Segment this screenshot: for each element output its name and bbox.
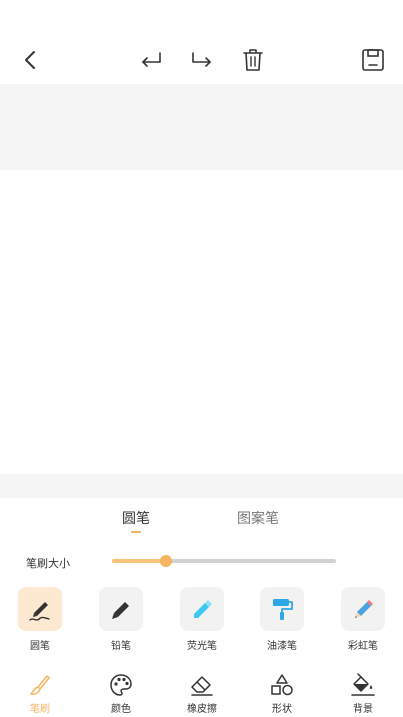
nav-label: 橡皮擦: [187, 704, 217, 715]
shapes-icon: [271, 674, 293, 696]
nav-shapes[interactable]: 形状: [257, 672, 307, 715]
brush-size-label: 笔刷大小: [26, 557, 70, 570]
chevron-left-icon: [25, 51, 35, 69]
pen-label: 圆笔: [30, 641, 50, 652]
tab-round-pen[interactable]: 圆笔: [122, 508, 150, 528]
brush-icon: [30, 675, 50, 695]
pen-label: 油漆笔: [267, 641, 297, 652]
round-pen-icon: [29, 602, 50, 621]
nav-color[interactable]: 颜色: [96, 672, 146, 715]
pen-label: 荧光笔: [187, 641, 217, 652]
delete-button[interactable]: [238, 45, 268, 75]
canvas-margin-bottom: [0, 474, 403, 498]
nav-label: 形状: [272, 704, 292, 715]
pen-option-pencil[interactable]: 铅笔: [96, 587, 146, 652]
canvas-margin-top: [0, 84, 403, 170]
top-toolbar: [0, 0, 403, 84]
back-button[interactable]: [16, 45, 46, 75]
nav-label: 背景: [353, 704, 373, 715]
pen-tile: [260, 587, 304, 631]
pen-tile: [180, 587, 224, 631]
pen-tile: [341, 587, 385, 631]
nav-label: 颜色: [111, 704, 131, 715]
pen-tile: [99, 587, 143, 631]
palette-icon: [110, 674, 132, 696]
drawing-canvas[interactable]: [0, 170, 403, 474]
nav-brush[interactable]: 笔刷: [15, 672, 65, 715]
rainbow-pencil-icon: [355, 600, 373, 618]
pen-tile: [18, 587, 62, 631]
save-icon: [362, 49, 384, 71]
slider-fill: [112, 559, 166, 563]
nav-background[interactable]: 背景: [338, 672, 388, 715]
nav-label: 笔刷: [30, 704, 50, 715]
pen-label: 彩虹笔: [348, 641, 378, 652]
trash-icon: [243, 49, 263, 71]
active-tab-indicator: [131, 531, 141, 533]
highlighter-icon: [194, 600, 212, 618]
brush-panel: 圆笔 图案笔 笔刷大小 圆笔 铅笔 荧光笔 油漆笔 彩虹笔 笔刷 颜色 橡皮擦 …: [0, 498, 403, 717]
pen-label: 铅笔: [111, 641, 131, 652]
nav-eraser[interactable]: 橡皮擦: [177, 672, 227, 715]
paint-roller-icon: [273, 599, 293, 620]
pen-option-round[interactable]: 圆笔: [15, 587, 65, 652]
undo-arrow-icon: [142, 52, 161, 67]
paint-bucket-icon: [351, 673, 375, 696]
pencil-icon: [112, 602, 129, 619]
undo-button[interactable]: [136, 45, 166, 75]
save-button[interactable]: [358, 45, 388, 75]
eraser-icon: [191, 676, 213, 696]
pen-option-rainbow[interactable]: 彩虹笔: [338, 587, 388, 652]
pen-option-paint[interactable]: 油漆笔: [257, 587, 307, 652]
brush-size-slider[interactable]: [112, 554, 336, 568]
redo-arrow-icon: [192, 52, 211, 67]
pen-option-highlighter[interactable]: 荧光笔: [177, 587, 227, 652]
redo-button[interactable]: [187, 45, 217, 75]
slider-thumb[interactable]: [159, 555, 172, 567]
tab-pattern-pen[interactable]: 图案笔: [237, 508, 279, 528]
